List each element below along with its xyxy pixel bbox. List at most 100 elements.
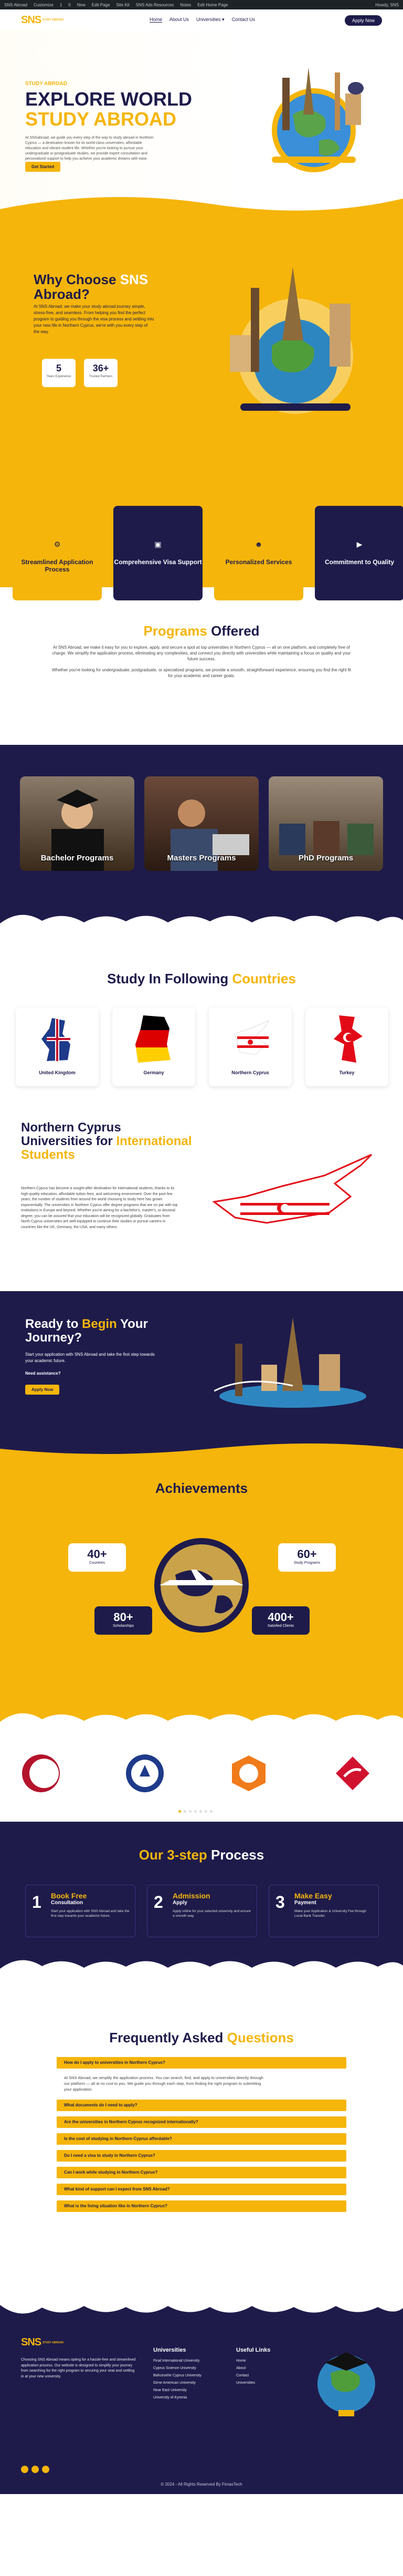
carousel-dot[interactable] (178, 1810, 181, 1813)
apply-now-button[interactable]: Apply Now (25, 1385, 60, 1395)
ready-title: Ready to Begin Your Journey? (25, 1317, 148, 1345)
step-card: 2 Admission Apply Apply online for your sel… (147, 1885, 257, 1937)
admin-item[interactable]: Customize (34, 3, 54, 7)
university-logo[interactable] (125, 1753, 165, 1793)
achievement-label: Satisfied Clients (267, 1624, 294, 1628)
step-title: Book Free (51, 1892, 87, 1900)
achievements-title: Achievements (155, 1480, 248, 1496)
country-name: Northern Cyprus (231, 1070, 269, 1075)
instagram-icon[interactable] (31, 2466, 39, 2473)
admin-item[interactable]: New (77, 3, 86, 7)
site-logo[interactable]: SNS STUDY ABROAD (21, 14, 63, 26)
achievement-value: 80+ (113, 1611, 133, 1624)
footer-description: Choosing SNS Abroad means opting for a h… (21, 2358, 136, 2378)
social-links (21, 2466, 49, 2473)
nav-home[interactable]: Home (150, 17, 163, 23)
nav-contact[interactable]: Contact Us (232, 17, 256, 23)
footer-col-title: Universities (153, 2347, 186, 2353)
why-choose-section: Why Choose SNS Abroad? At SNS Abroad, we… (0, 220, 403, 600)
footer: SNS STUDY ABROAD Choosing SNS Abroad mea… (0, 2294, 403, 2494)
admin-item[interactable]: Notes (180, 3, 191, 7)
apply-now-button[interactable]: Apply Now (344, 15, 382, 26)
university-logo[interactable] (229, 1753, 269, 1793)
logo-text: SNS (21, 14, 41, 26)
carousel-dot[interactable] (210, 1810, 213, 1813)
footer-link[interactable]: Final International University (153, 2357, 202, 2365)
admin-item[interactable]: Edit Home Page (197, 3, 228, 7)
footer-link[interactable]: Near East University (153, 2387, 202, 2394)
step-desc: Start your application with SNS Abroad a… (51, 1909, 130, 1918)
country-name: Turkey (339, 1070, 355, 1075)
top-nav: SNS STUDY ABROAD Home About Us Universit… (0, 9, 403, 30)
faq-list: How do I apply to universities in Northe… (57, 2057, 346, 2217)
carousel-dot[interactable] (205, 1810, 207, 1813)
faq-question[interactable]: Do I need a visa to study in Northern Cy… (57, 2150, 346, 2162)
faq-question[interactable]: Are the universities in Northern Cyprus … (57, 2116, 346, 2128)
footer-link[interactable]: Girne American University (153, 2380, 202, 2387)
faq-question[interactable]: Can I work while studying in Northern Cy… (57, 2167, 346, 2178)
faq-section: Frequently Asked Questions How do I appl… (0, 1979, 403, 2294)
admin-item[interactable]: 0 (68, 3, 70, 7)
feature-card: ⚙ Streamlined Application Process (13, 506, 102, 600)
carousel-dot[interactable] (189, 1810, 192, 1813)
faq-question[interactable]: Is the cost of studying in Northern Cypr… (57, 2133, 346, 2145)
twitter-icon[interactable] (42, 2466, 49, 2473)
carousel-dot[interactable] (194, 1810, 197, 1813)
footer-logo[interactable]: SNS STUDY ABROAD (21, 2336, 63, 2349)
achievement-card: 80+ Scholarships (94, 1606, 152, 1635)
admin-item[interactable]: Edit Page (92, 3, 110, 7)
footer-link[interactable]: University of Kyrenia (153, 2394, 202, 2402)
footer-link[interactable]: Universities (236, 2380, 270, 2387)
faq-answer: At SNS Abroad, we simplify the applicati… (64, 2075, 263, 2092)
feature-label: Comprehensive Visa Support (114, 558, 202, 566)
get-started-button[interactable]: Get Started (25, 162, 61, 172)
northern-cyprus-map (212, 1154, 373, 1224)
faq-question[interactable]: What documents do I need to apply? (57, 2100, 346, 2111)
footer-link[interactable]: About (236, 2365, 270, 2372)
admin-item[interactable]: SNS Abroad (4, 3, 27, 7)
admin-item[interactable]: Site Kit (116, 3, 129, 7)
program-label: Bachelor Programs (40, 854, 114, 863)
feature-label: Personalized Services (225, 558, 292, 566)
program-card-phd[interactable]: PhD Programs (269, 776, 383, 871)
faq-question[interactable]: What kind of support can I expect from S… (57, 2184, 346, 2195)
admin-item[interactable]: SNS Ads Resources (136, 3, 174, 7)
footer-link[interactable]: Home (236, 2357, 270, 2365)
cloud-divider (0, 2294, 403, 2314)
logo-text: SNS (21, 2336, 41, 2348)
achievement-label: Scholarships (112, 1624, 134, 1628)
carousel-dot[interactable] (199, 1810, 202, 1813)
country-card[interactable]: Turkey (305, 1007, 388, 1086)
nav-about[interactable]: About Us (169, 17, 189, 23)
country-card[interactable]: Northern Cyprus (209, 1007, 292, 1086)
step-subtitle: Consultation (51, 1900, 83, 1906)
university-logo[interactable] (21, 1753, 61, 1793)
passport-icon: ▣ (154, 540, 162, 548)
admin-user[interactable]: Howdy, SNS (375, 3, 399, 7)
program-card-masters[interactable]: Masters Programs (144, 776, 259, 871)
ncu-title: Northern Cyprus Universities for Interna… (21, 1120, 192, 1162)
steps-title: Our 3-step Process (139, 1847, 264, 1863)
step-subtitle: Payment (294, 1900, 316, 1906)
university-logo[interactable] (333, 1753, 373, 1793)
facebook-icon[interactable] (21, 2466, 28, 2473)
cloud-divider (0, 915, 403, 934)
footer-link[interactable]: Contact (236, 2372, 270, 2380)
faq-question[interactable]: What is the living situation like in Nor… (57, 2200, 346, 2212)
step-title: Make Easy (294, 1892, 332, 1900)
country-card[interactable]: Germany (112, 1007, 195, 1086)
step-number: 2 (154, 1893, 163, 1912)
footer-link[interactable]: Bahcesehir Cyprus University (153, 2372, 202, 2380)
stat-label: Trusted Partners (89, 375, 113, 378)
carousel-dot[interactable] (184, 1810, 186, 1813)
achievement-value: 60+ (297, 1547, 317, 1561)
feature-card: ☻ Personalized Services (214, 506, 303, 600)
admin-item[interactable]: 1 (60, 3, 62, 7)
nav-universities[interactable]: Universities ▾ (196, 17, 225, 23)
footer-link[interactable]: Cyprus Science University (153, 2365, 202, 2372)
country-card[interactable]: United Kingdom (16, 1007, 99, 1086)
why-text: At SNS Abroad, we make your study abroad… (34, 304, 154, 334)
faq-question-open[interactable]: How do I apply to universities in Northe… (57, 2057, 346, 2069)
program-card-bachelor[interactable]: Bachelor Programs (20, 776, 134, 871)
achievement-label: Study Programs (293, 1561, 321, 1565)
